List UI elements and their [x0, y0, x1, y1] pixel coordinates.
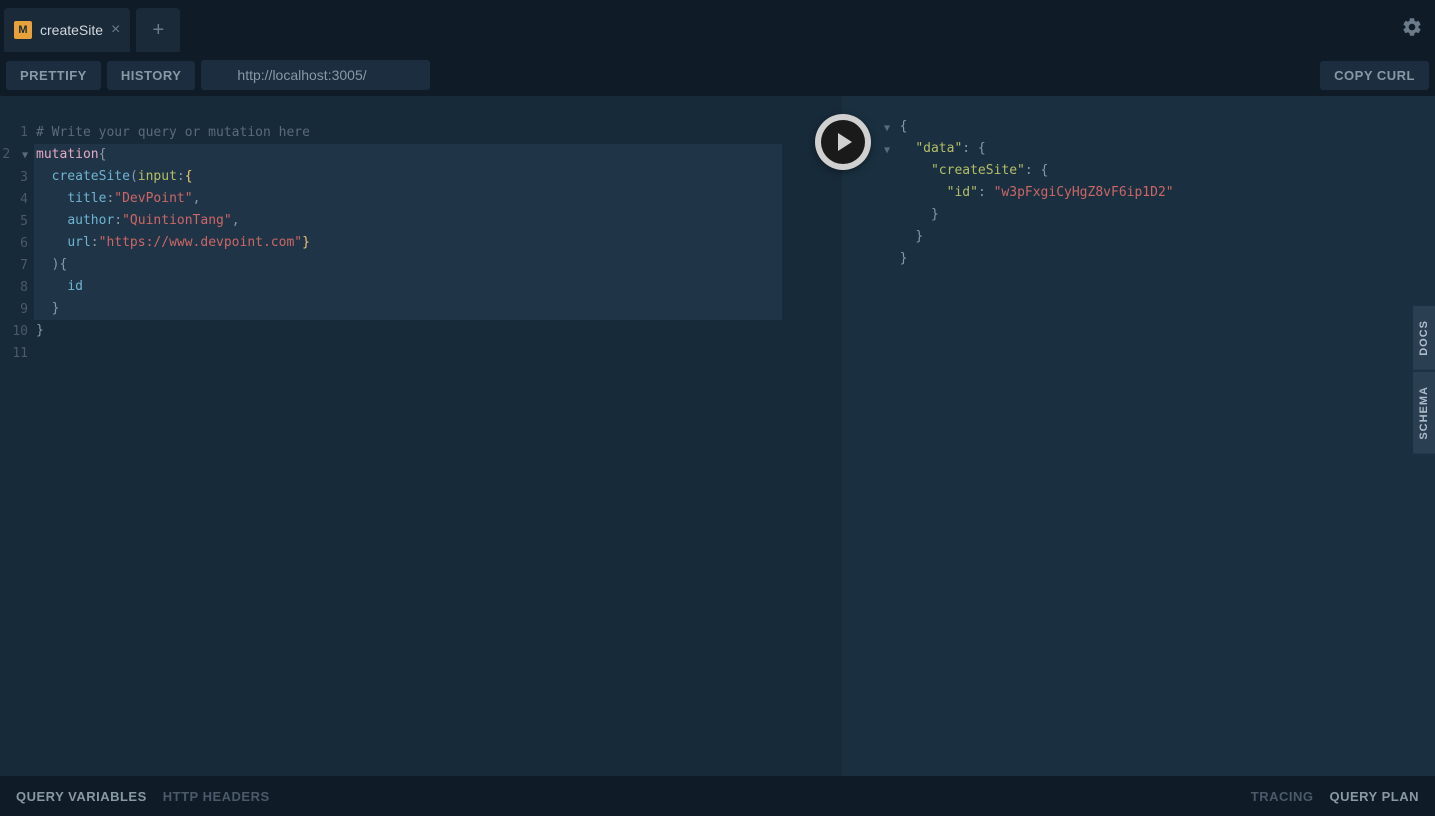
endpoint-input[interactable] [201, 60, 430, 90]
tab-title: createSite [40, 22, 103, 38]
editor-pane[interactable]: 1 2 ▼ 3 4 5 6 7 8 9 10 11 # Write your q… [0, 96, 842, 776]
main-area: 1 2 ▼ 3 4 5 6 7 8 9 10 11 # Write your q… [0, 96, 1435, 776]
query-variables-tab[interactable]: QUERY VARIABLES [16, 789, 147, 804]
docs-tab[interactable]: DOCS [1413, 306, 1435, 370]
add-tab-button[interactable]: + [136, 8, 180, 52]
tracing-tab[interactable]: TRACING [1251, 789, 1314, 804]
tabs-bar: M createSite × + [0, 0, 1435, 54]
gear-icon[interactable] [1401, 16, 1423, 43]
play-icon [838, 133, 852, 151]
line-numbers: 1 2 ▼ 3 4 5 6 7 8 9 10 11 [0, 122, 36, 365]
tab-createsite[interactable]: M createSite × [4, 8, 130, 52]
mutation-badge: M [14, 21, 32, 39]
run-button[interactable] [815, 114, 871, 170]
prettify-button[interactable]: PRETTIFY [6, 61, 101, 90]
bottom-bar: QUERY VARIABLES HTTP HEADERS TRACING QUE… [0, 776, 1435, 816]
close-icon[interactable]: × [111, 22, 120, 38]
history-button[interactable]: HISTORY [107, 61, 196, 90]
endpoint-wrapper [201, 60, 1314, 90]
result-pane: ▼ ▼ { "data": { "createSite": { "id": "w… [842, 96, 1435, 776]
schema-tab[interactable]: SCHEMA [1413, 372, 1435, 454]
toolbar: PRETTIFY HISTORY COPY CURL [0, 54, 1435, 96]
copy-curl-button[interactable]: COPY CURL [1320, 61, 1429, 90]
http-headers-tab[interactable]: HTTP HEADERS [163, 789, 270, 804]
side-tabs: DOCS SCHEMA [1413, 306, 1435, 453]
query-plan-tab[interactable]: QUERY PLAN [1329, 789, 1419, 804]
code-editor[interactable]: # Write your query or mutation here muta… [36, 122, 842, 365]
